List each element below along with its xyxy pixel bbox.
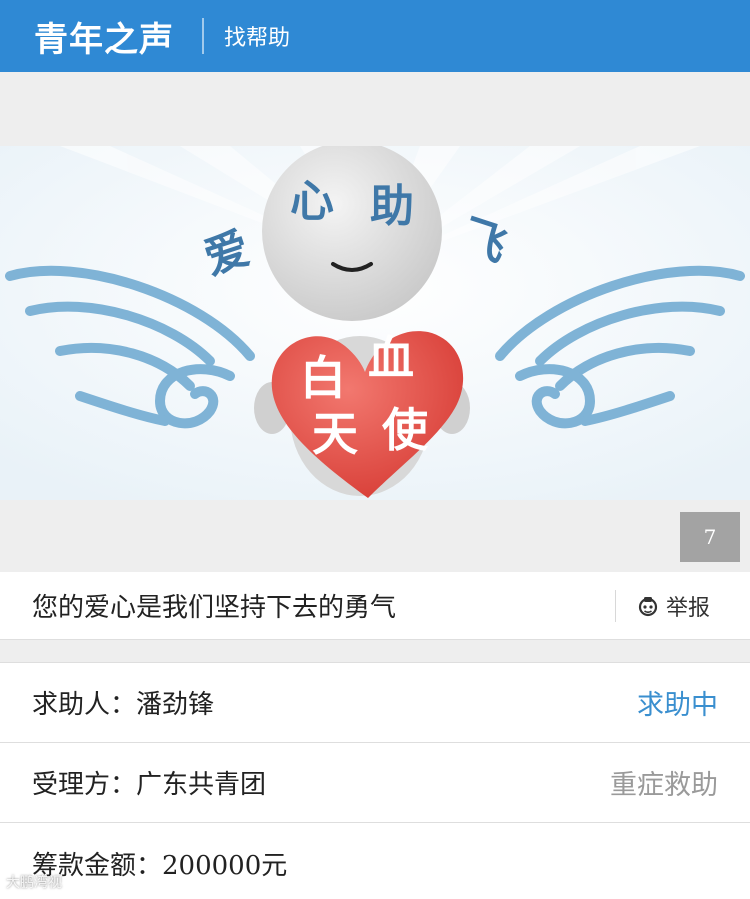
slogan-bar: 您的爱心是我们坚持下去的勇气 举报	[0, 572, 750, 640]
banner-text-xin: 心	[290, 176, 334, 227]
amount-row: 筹款金额： 200000元	[0, 823, 750, 899]
slogan-divider	[614, 589, 616, 622]
app-header: 青年之声 找帮助	[0, 0, 750, 72]
report-label: 举报	[665, 595, 710, 621]
watermark-text: 大鹏湾视	[6, 875, 62, 891]
heart-text-bai: 白	[300, 351, 346, 405]
image-counter: 7	[680, 512, 740, 562]
handler-name: 广东共青团	[136, 770, 267, 800]
heart-text-xue: 血	[368, 331, 414, 385]
handler-row: 受理方： 广东共青团 重症救助	[0, 743, 750, 823]
requester-row: 求助人： 潘劲锋 求助中	[0, 663, 750, 743]
requester-label: 求助人：	[32, 690, 137, 720]
amount-value: 200000元	[162, 850, 288, 881]
header-divider	[202, 18, 204, 54]
help-info-list: 求助人： 潘劲锋 求助中 受理方： 广东共青团 重症救助 筹款金额： 20000…	[0, 662, 750, 899]
banner-illustration: 爱 心 助 飞 白 血 天 使	[0, 146, 750, 500]
heart-text-tian: 天	[312, 407, 358, 461]
status-badge: 求助中	[637, 690, 718, 721]
logo[interactable]: 青年之声	[34, 12, 174, 61]
slogan-text: 您的爱心是我们坚持下去的勇气	[32, 593, 397, 623]
category-tag: 重症救助	[610, 770, 718, 801]
find-help-link[interactable]: 找帮助	[224, 20, 290, 52]
report-button[interactable]: 举报	[638, 590, 710, 622]
banner-text-zhu: 助	[370, 181, 414, 232]
requester-name: 潘劲锋	[136, 690, 215, 720]
watermark: 大鹏湾视	[6, 872, 62, 892]
heart-text-shi: 使	[382, 403, 429, 457]
banner-image[interactable]: 爱 心 助 飞 白 血 天 使	[0, 146, 750, 500]
handler-label: 受理方：	[32, 770, 137, 800]
report-icon	[638, 596, 658, 616]
